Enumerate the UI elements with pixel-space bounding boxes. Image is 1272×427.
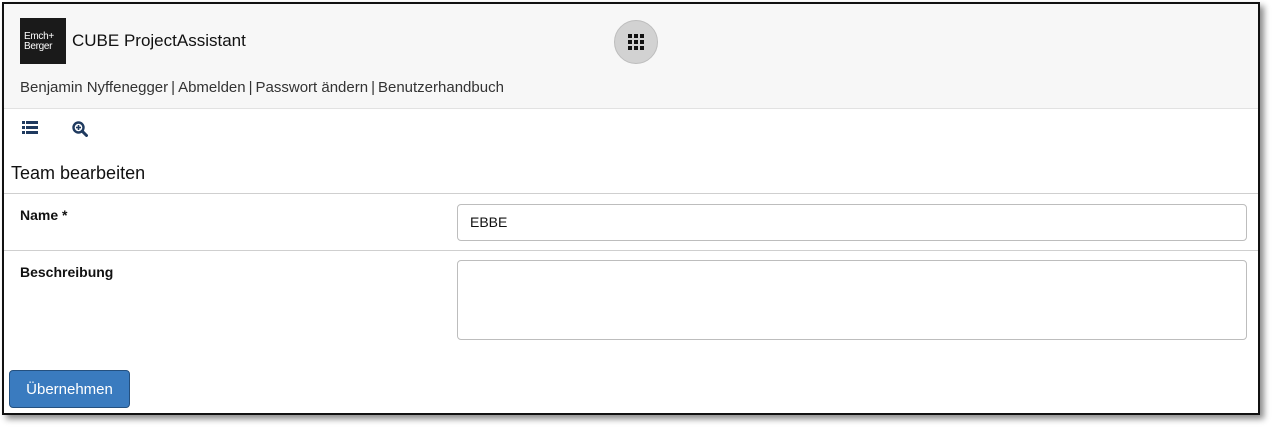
grid-icon xyxy=(628,34,644,50)
company-logo: Emch+ Berger xyxy=(20,18,66,64)
zoom-search-icon xyxy=(72,121,88,137)
name-input[interactable]: EBBE xyxy=(457,204,1247,241)
divider xyxy=(4,193,1258,194)
app-title: CUBE ProjectAssistant xyxy=(72,31,246,50)
name-label: Name * xyxy=(20,207,68,223)
logo-text-line2: Berger xyxy=(24,41,53,52)
separator: | xyxy=(248,79,253,96)
description-label: Beschreibung xyxy=(20,264,114,280)
user-name-link[interactable]: Benjamin Nyffenegger xyxy=(20,79,168,96)
header: Emch+ Berger CUBE ProjectAssistant Benja… xyxy=(4,4,1258,109)
divider xyxy=(4,250,1258,251)
submit-button[interactable]: Übernehmen xyxy=(9,370,130,408)
logout-link[interactable]: Abmelden xyxy=(178,79,246,96)
user-manual-link[interactable]: Benutzerhandbuch xyxy=(378,79,504,96)
list-icon xyxy=(22,121,38,134)
description-textarea[interactable] xyxy=(457,260,1247,340)
user-nav: Benjamin Nyffenegger | Abmelden | Passwort ä… xyxy=(20,79,504,96)
app-window: Emch+ Berger CUBE ProjectAssistant Benja… xyxy=(2,2,1260,415)
page-title: Team bearbeiten xyxy=(11,163,146,183)
separator: | xyxy=(371,79,375,96)
change-password-link[interactable]: Passwort ändern xyxy=(256,79,369,96)
apps-menu-button[interactable] xyxy=(614,20,658,64)
separator: | xyxy=(171,79,176,96)
list-view-button[interactable] xyxy=(22,121,42,139)
search-button[interactable] xyxy=(72,121,92,139)
